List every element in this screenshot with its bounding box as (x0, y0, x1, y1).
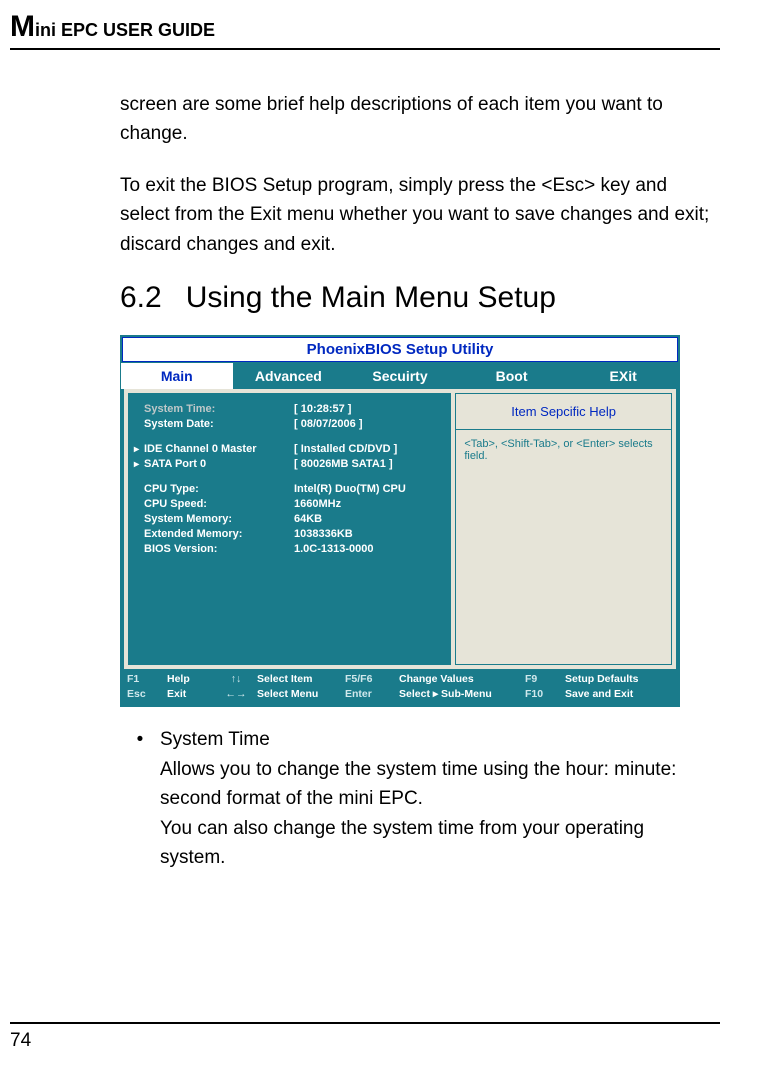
bios-help-title: Item Sepcific Help (456, 394, 671, 430)
footer-label: Select ▸ Sub-Menu (399, 688, 519, 700)
section-title: Using the Main Menu Setup (186, 281, 556, 314)
footer-label: Select Menu (257, 688, 339, 700)
row-arrow: ▸ (134, 459, 144, 470)
footer-label: Help (167, 673, 215, 685)
page-header: Mini EPC USER GUIDE (10, 10, 720, 50)
row-arrow: ▸ (134, 444, 144, 455)
footer-col-1: F1 Esc (127, 673, 161, 700)
footer-label: Select Item (257, 673, 339, 685)
row-value: [ 10:28:57 ] (294, 403, 445, 415)
bios-title: PhoenixBIOS Setup Utility (122, 337, 678, 362)
row-label: BIOS Version: (144, 543, 294, 555)
footer-col-6: Change Values Select ▸ Sub-Menu (399, 673, 519, 700)
footer-col-2: Help Exit (167, 673, 215, 700)
row-label: Extended Memory: (144, 528, 294, 540)
header-title-big: M (10, 10, 35, 43)
bios-tab-exit[interactable]: EXit (567, 363, 679, 389)
paragraph-2: To exit the BIOS Setup program, simply p… (120, 171, 710, 259)
bios-row-system-time[interactable]: System Time: [ 10:28:57 ] (134, 403, 445, 415)
bullet-line-1: Allows you to change the system time usi… (160, 755, 710, 814)
footer-key: Enter (345, 688, 393, 700)
footer-key: F9 (525, 673, 559, 685)
header-title: Mini EPC USER GUIDE (10, 20, 215, 40)
bios-row-cpu-type: CPU Type: Intel(R) Duo(TM) CPU (134, 483, 445, 495)
footer-col-7: F9F10 (525, 673, 559, 700)
bios-tabs: Main Advanced Secuirty Boot EXit (121, 363, 679, 389)
row-value: [ Installed CD/DVD ] (294, 443, 445, 455)
row-label: System Memory: (144, 513, 294, 525)
bios-footer: F1 Esc Help Exit ↑↓ ←→ Select Item Select Me… (121, 669, 679, 706)
footer-key: ↑↓ (221, 673, 251, 685)
row-value: 64KB (294, 513, 445, 525)
row-label: System Date: (144, 418, 294, 430)
page-number: 74 (10, 1030, 31, 1051)
bios-tab-boot[interactable]: Boot (456, 363, 568, 389)
row-label: CPU Type: (144, 483, 294, 495)
row-value: 1660MHz (294, 498, 445, 510)
row-label: System Time: (144, 403, 294, 415)
bios-help-body: <Tab>, <Shift-Tab>, or <Enter> selects f… (456, 430, 671, 470)
bullet-row: • System Time Allows you to change the s… (120, 725, 710, 872)
row-value: 1.0C-1313-0000 (294, 543, 445, 555)
bullet-dot: • (120, 725, 160, 872)
section-heading: 6.2 Using the Main Menu Setup (120, 281, 710, 315)
bullet-title: System Time (160, 725, 710, 754)
page-footer: 74 (10, 1022, 720, 1052)
footer-label: Exit (167, 688, 215, 700)
footer-label: Setup Defaults (565, 673, 673, 685)
bios-tab-main[interactable]: Main (121, 363, 233, 389)
bullet-body: System Time Allows you to change the sys… (160, 725, 710, 872)
bios-tab-advanced[interactable]: Advanced (233, 363, 345, 389)
bios-tab-security[interactable]: Secuirty (344, 363, 456, 389)
footer-key: F10 (525, 688, 559, 700)
footer-col-8: Setup Defaults Save and Exit (565, 673, 673, 700)
row-label: CPU Speed: (144, 498, 294, 510)
bios-row-ext-mem: Extended Memory: 1038336KB (134, 528, 445, 540)
spacer (134, 433, 445, 443)
header-title-rest: ini EPC USER GUIDE (35, 20, 215, 40)
bios-row-cpu-speed: CPU Speed: 1660MHz (134, 498, 445, 510)
footer-key: Esc (127, 688, 161, 700)
row-label: IDE Channel 0 Master (144, 443, 294, 455)
footer-col-5: F5/F6 Enter (345, 673, 393, 700)
row-value: [ 80026MB SATA1 ] (294, 458, 445, 470)
bios-help-panel: Item Sepcific Help <Tab>, <Shift-Tab>, o… (455, 393, 672, 665)
row-value: 1038336KB (294, 528, 445, 540)
footer-key: F5/F6 (345, 673, 393, 685)
bios-row-ide[interactable]: ▸ IDE Channel 0 Master [ Installed CD/DV… (134, 443, 445, 455)
spacer (134, 473, 445, 483)
footer-key: F1 (127, 673, 161, 685)
row-value: Intel(R) Duo(TM) CPU (294, 483, 445, 495)
footer-key: ←→ (221, 688, 251, 700)
bios-left-panel: System Time: [ 10:28:57 ] System Date: [… (128, 393, 451, 665)
body-content: screen are some brief help descriptions … (120, 90, 710, 872)
bios-main: System Time: [ 10:28:57 ] System Date: [… (124, 389, 676, 669)
footer-col-4: Select Item Select Menu (257, 673, 339, 700)
paragraph-1: screen are some brief help descriptions … (120, 90, 710, 149)
row-value: [ 08/07/2006 ] (294, 418, 445, 430)
bios-row-bios-ver: BIOS Version: 1.0C-1313-0000 (134, 543, 445, 555)
footer-label: Change Values (399, 673, 519, 685)
row-label: SATA Port 0 (144, 458, 294, 470)
footer-label: Save and Exit (565, 688, 673, 700)
bios-row-system-date[interactable]: System Date: [ 08/07/2006 ] (134, 418, 445, 430)
section-number: 6.2 (120, 281, 162, 314)
bios-row-sata[interactable]: ▸ SATA Port 0 [ 80026MB SATA1 ] (134, 458, 445, 470)
bullet-block: • System Time Allows you to change the s… (120, 725, 710, 872)
footer-col-3: ↑↓ ←→ (221, 673, 251, 700)
bios-row-sys-mem: System Memory: 64KB (134, 513, 445, 525)
bullet-line-2: You can also change the system time from… (160, 814, 710, 873)
bios-screenshot: PhoenixBIOS Setup Utility Main Advanced … (120, 335, 680, 707)
